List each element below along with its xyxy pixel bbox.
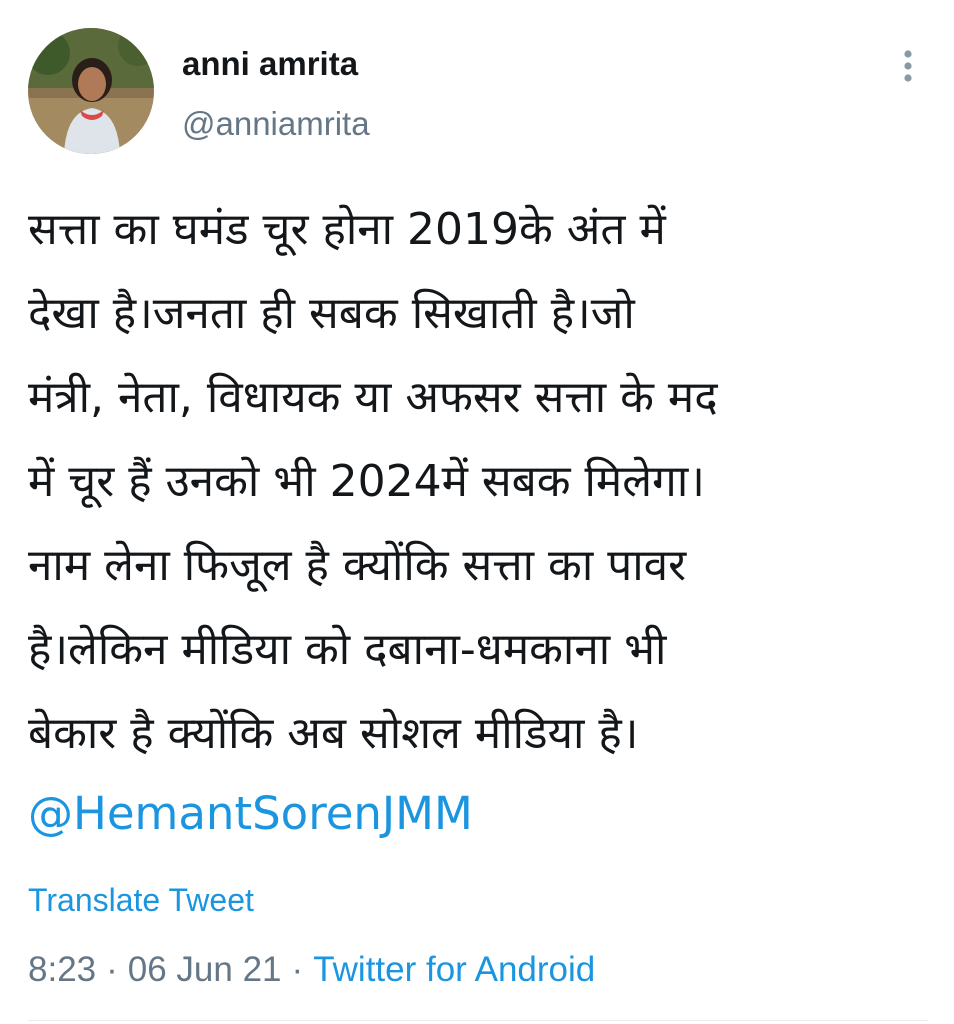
tweet-date: 06 Jun 21 [127, 950, 282, 989]
tweet-line: नाम लेना फिजूल है क्योंकि सत्ता का पावर [28, 540, 687, 591]
tweet-line: में चूर हैं उनको भी 2024में सबक मिलेगा। [28, 456, 705, 507]
profile-photo-icon [28, 28, 154, 154]
author-handle[interactable]: @anniamrita [182, 104, 370, 144]
meta-separator: · [291, 950, 304, 989]
tweet-line: है।लेकिन मीडिया को दबाना-धमकाना भी [28, 624, 667, 675]
divider [28, 1020, 928, 1021]
translate-tweet-link[interactable]: Translate Tweet [28, 880, 254, 920]
tweet-source-link[interactable]: Twitter for Android [313, 950, 595, 989]
tweet-header: anni amrita @anniamrita [0, 0, 954, 170]
author-display-name[interactable]: anni amrita [182, 44, 358, 84]
tweet-line: देखा है।जनता ही सबक सिखाती है।जो [28, 288, 635, 339]
avatar[interactable] [28, 28, 154, 154]
meta-separator: · [106, 950, 118, 989]
more-vertical-icon [904, 50, 912, 82]
tweet-line: सत्ता का घमंड चूर होना 2019के अंत में [28, 204, 666, 255]
tweet-detail: anni amrita @anniamrita सत्ता का घमंड चू… [0, 0, 954, 1024]
mention-link[interactable]: @HemantSorenJMM [28, 772, 473, 856]
tweet-line: मंत्री, नेता, विधायक या अफसर सत्ता के मद [28, 372, 718, 423]
tweet-body: सत्ता का घमंड चूर होना 2019के अंत में देख… [28, 188, 928, 776]
tweet-line: बेकार है क्योंकि अब सोशल मीडिया है। [28, 708, 639, 759]
tweet-meta: 8:23 · 06 Jun 21 · Twitter for Android [28, 948, 595, 992]
more-options-button[interactable] [888, 46, 928, 86]
tweet-time: 8:23 [28, 950, 97, 989]
